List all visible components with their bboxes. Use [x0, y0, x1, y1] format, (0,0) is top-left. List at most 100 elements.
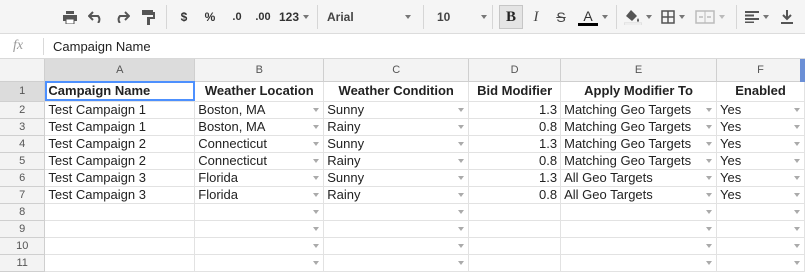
cell-dropdown-icon[interactable]	[458, 124, 465, 129]
cell[interactable]: Yes	[716, 101, 805, 119]
cell[interactable]: Boston, MA	[194, 101, 325, 119]
cell[interactable]: Test Campaign 3	[44, 186, 196, 204]
cell[interactable]	[716, 220, 805, 238]
cell-dropdown-icon[interactable]	[706, 107, 713, 112]
cell[interactable]: Yes	[716, 186, 805, 204]
cell[interactable]	[560, 203, 718, 221]
fill-color-icon[interactable]	[624, 6, 652, 28]
cell-dropdown-icon[interactable]	[313, 192, 320, 197]
row-header[interactable]: 1	[0, 81, 46, 102]
italic-button[interactable]: I	[528, 6, 544, 28]
bold-button[interactable]: B	[499, 5, 523, 29]
cell-dropdown-icon[interactable]	[313, 209, 320, 214]
cell[interactable]: Yes	[716, 169, 805, 187]
number-format-dropdown[interactable]: 123	[277, 6, 311, 28]
horizontal-align-icon[interactable]	[744, 6, 770, 28]
cell-dropdown-icon[interactable]	[706, 124, 713, 129]
cell[interactable]	[560, 254, 718, 272]
cell[interactable]: 1.3	[468, 135, 562, 153]
text-color-button[interactable]: A	[576, 6, 610, 28]
cell-dropdown-icon[interactable]	[794, 158, 800, 163]
print-icon[interactable]	[60, 6, 80, 28]
cell-dropdown-icon[interactable]	[458, 141, 465, 146]
cell[interactable]: Sunny	[323, 101, 470, 119]
cell-dropdown-icon[interactable]	[458, 158, 465, 163]
cell-dropdown-icon[interactable]	[794, 209, 800, 214]
font-family-dropdown[interactable]: Arial	[327, 6, 411, 28]
cell[interactable]	[716, 254, 805, 272]
cell[interactable]: Connecticut	[194, 135, 325, 153]
row-header[interactable]: 8	[0, 203, 46, 221]
cell[interactable]	[560, 220, 718, 238]
cell[interactable]	[44, 254, 196, 272]
row-header[interactable]: 5	[0, 152, 46, 170]
row-header[interactable]: 9	[0, 220, 46, 238]
cell-dropdown-icon[interactable]	[794, 124, 800, 129]
cell[interactable]	[44, 220, 196, 238]
font-size-dropdown[interactable]: 10	[437, 6, 487, 28]
cell-dropdown-icon[interactable]	[706, 243, 713, 248]
cell[interactable]	[194, 203, 325, 221]
column-header[interactable]: D	[468, 59, 562, 82]
undo-icon[interactable]	[86, 6, 106, 28]
cell[interactable]: Apply Modifier To	[560, 81, 718, 102]
cell[interactable]: Yes	[716, 118, 805, 136]
row-header[interactable]: 7	[0, 186, 46, 204]
formula-input[interactable]: Campaign Name	[53, 39, 151, 54]
cell[interactable]	[44, 203, 196, 221]
percent-button[interactable]: %	[200, 6, 220, 28]
cell[interactable]: Yes	[716, 152, 805, 170]
cell-dropdown-icon[interactable]	[458, 107, 465, 112]
cell[interactable]: Florida	[194, 169, 325, 187]
cell[interactable]	[468, 220, 562, 238]
cell-dropdown-icon[interactable]	[458, 192, 465, 197]
cell[interactable]: Enabled	[716, 81, 805, 102]
cell[interactable]: Florida	[194, 186, 325, 204]
cell-dropdown-icon[interactable]	[706, 209, 713, 214]
cell[interactable]: 1.3	[468, 101, 562, 119]
vertical-align-icon[interactable]	[776, 6, 798, 28]
cell-dropdown-icon[interactable]	[706, 226, 713, 231]
cell[interactable]: Matching Geo Targets	[560, 152, 718, 170]
cell[interactable]: Rainy	[323, 152, 470, 170]
cell[interactable]	[44, 237, 196, 255]
cell[interactable]: Sunny	[323, 169, 470, 187]
cell[interactable]: Connecticut	[194, 152, 325, 170]
row-header[interactable]: 11	[0, 254, 46, 272]
column-header[interactable]: B	[194, 59, 325, 82]
cell[interactable]: All Geo Targets	[560, 169, 718, 187]
cell-dropdown-icon[interactable]	[313, 124, 320, 129]
cell[interactable]: Test Campaign 2	[44, 152, 196, 170]
cell[interactable]: Rainy	[323, 118, 470, 136]
cell-dropdown-icon[interactable]	[706, 141, 713, 146]
cell-dropdown-icon[interactable]	[458, 243, 465, 248]
cell-dropdown-icon[interactable]	[458, 260, 465, 265]
cell[interactable]	[194, 237, 325, 255]
cell[interactable]	[560, 237, 718, 255]
decrease-decimals-button[interactable]: .0	[226, 6, 248, 28]
row-header[interactable]: 10	[0, 237, 46, 255]
cell-dropdown-icon[interactable]	[794, 226, 800, 231]
cell[interactable]	[468, 203, 562, 221]
cell[interactable]: Boston, MA	[194, 118, 325, 136]
column-header[interactable]: F	[716, 59, 805, 82]
strikethrough-button[interactable]: S	[553, 6, 569, 28]
cell[interactable]: All Geo Targets	[560, 186, 718, 204]
cell-dropdown-icon[interactable]	[706, 260, 713, 265]
cell[interactable]: Yes	[716, 135, 805, 153]
cell-dropdown-icon[interactable]	[794, 175, 800, 180]
cell[interactable]	[468, 237, 562, 255]
merge-cells-icon[interactable]	[694, 6, 726, 28]
cell-dropdown-icon[interactable]	[794, 141, 800, 146]
cell[interactable]: Matching Geo Targets	[560, 101, 718, 119]
cell-dropdown-icon[interactable]	[313, 158, 320, 163]
cell-dropdown-icon[interactable]	[794, 192, 800, 197]
cell[interactable]	[323, 220, 470, 238]
cell[interactable]	[323, 237, 470, 255]
cell-dropdown-icon[interactable]	[458, 226, 465, 231]
cell[interactable]: 0.8	[468, 152, 562, 170]
cell-dropdown-icon[interactable]	[794, 243, 800, 248]
cell-dropdown-icon[interactable]	[313, 226, 320, 231]
cell[interactable]	[716, 203, 805, 221]
cell[interactable]: Matching Geo Targets	[560, 135, 718, 153]
